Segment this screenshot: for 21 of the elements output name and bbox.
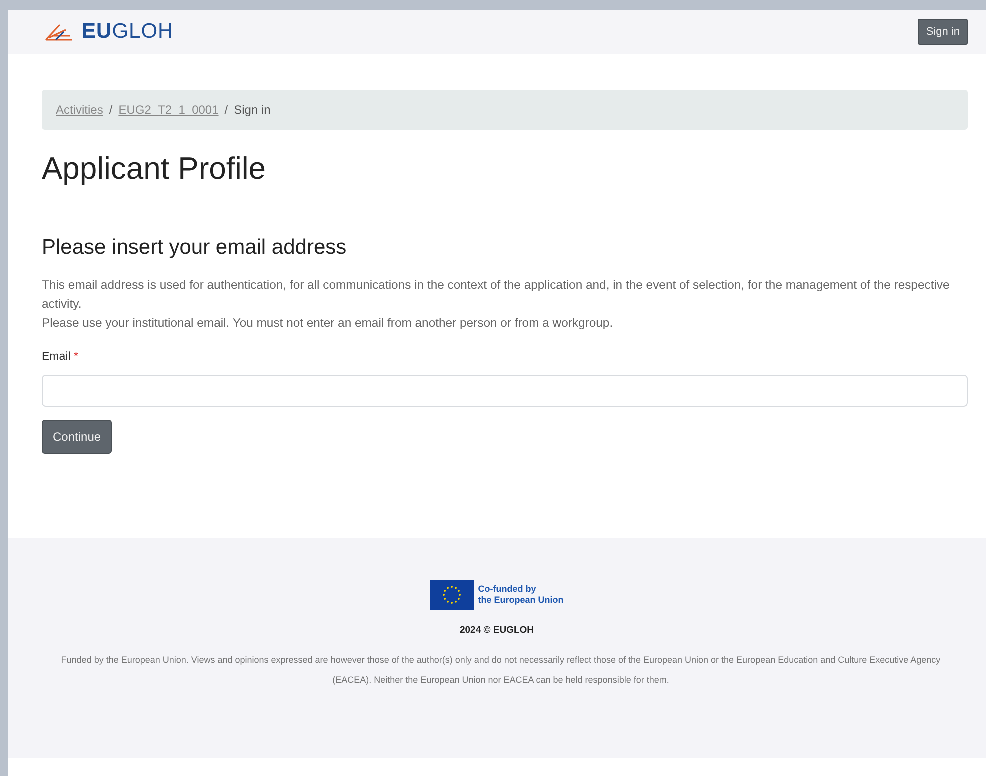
breadcrumb-current: Sign in — [234, 102, 271, 119]
breadcrumb-separator: / — [109, 102, 113, 119]
breadcrumb-link[interactable]: Activities — [56, 101, 104, 119]
breadcrumb-separator: / — [224, 102, 228, 119]
page-title: Applicant Profile — [42, 150, 268, 188]
section-heading: Please insert your email address — [42, 235, 348, 260]
info-paragraph: This email address is used for authentication, for all communications in the context of the application and, in the event of selection, for the management of the respective activity. — [42, 277, 951, 314]
eu-cofunded-text: the European Union — [478, 594, 564, 606]
info-paragraph: Please use your institutional email. You must not enter an email from another person or from a workgroup. — [42, 315, 614, 332]
required-mark: * — [74, 351, 78, 364]
continue-button[interactable]: Continue — [42, 420, 112, 454]
logo-text: EUGLOH — [82, 19, 174, 46]
logo-icon — [44, 22, 74, 42]
breadcrumb-link[interactable]: EUG2_T2_1_0001 — [118, 101, 219, 119]
sign-in-button[interactable]: Sign in — [918, 18, 968, 46]
eu-flag-icon — [430, 580, 474, 610]
disclaimer-text: Funded by the European Union. Views and opinions expressed are however those of the author(s) only and do not necessarily reflect those of the European Union or the European Education and Culture Executive Agency (EACEA). Neither the European Union nor EACEA can be held responsible for them. — [60, 654, 942, 687]
email-label: Email — [42, 351, 71, 364]
copyright-text: 2024 © EUGLOH — [458, 624, 536, 638]
email-field[interactable] — [42, 374, 968, 407]
eu-cofunded-text: Co-funded by — [478, 584, 538, 595]
